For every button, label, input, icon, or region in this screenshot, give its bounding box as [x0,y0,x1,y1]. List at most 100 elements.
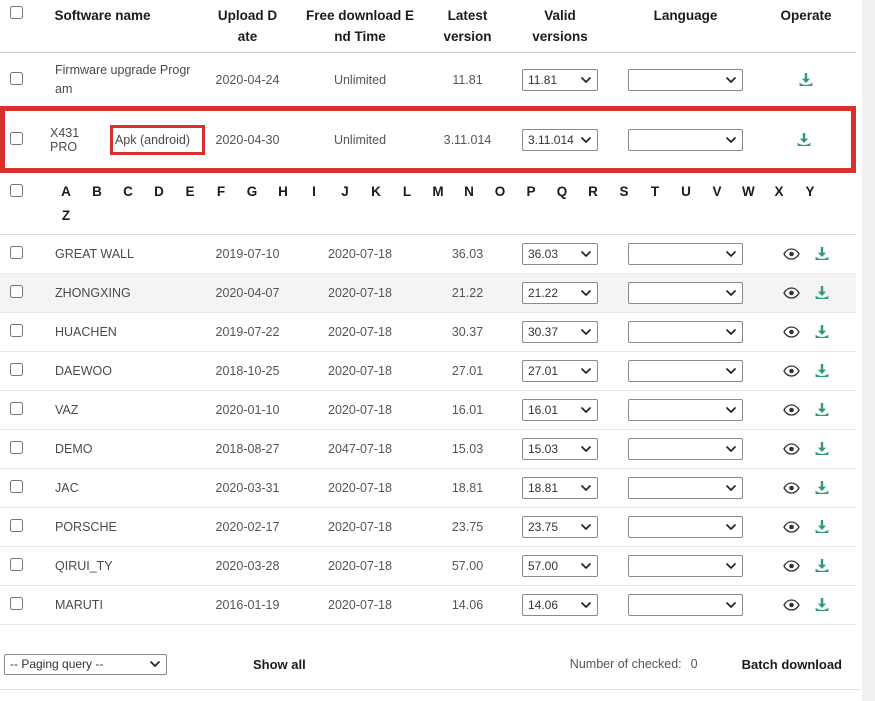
alphabet-letter-e[interactable]: E [184,184,196,199]
alphabet-letter-x[interactable]: X [773,184,785,199]
download-icon[interactable] [814,558,830,574]
language-select[interactable] [628,321,743,343]
download-icon[interactable] [814,246,830,262]
operate-cell [756,441,856,457]
alphabet-letter-s[interactable]: S [618,184,630,199]
valid-version-select[interactable]: 23.75 [522,516,598,538]
eye-icon[interactable] [783,560,800,572]
alphabet-letter-i[interactable]: I [308,184,320,199]
download-icon[interactable] [796,132,812,148]
eye-icon[interactable] [783,482,800,494]
language-select[interactable] [628,516,743,538]
valid-version-select[interactable]: 3.11.014 [522,129,598,151]
select-all-checkbox[interactable] [10,6,23,19]
select-all-checkbox[interactable] [10,184,23,197]
alphabet-letter-f[interactable]: F [215,184,227,199]
valid-version-value: 27.01 [528,364,558,378]
valid-version-select[interactable]: 21.22 [522,282,598,304]
alphabet-letter-g[interactable]: G [246,184,258,199]
language-select[interactable] [628,69,743,91]
row-checkbox[interactable] [10,480,23,493]
row-checkbox[interactable] [10,246,23,259]
eye-icon[interactable] [783,326,800,338]
valid-version-select[interactable]: 14.06 [522,594,598,616]
alphabet-letter-p[interactable]: P [525,184,537,199]
row-checkbox[interactable] [10,72,23,85]
row-checkbox[interactable] [10,441,23,454]
alphabet-letter-m[interactable]: M [432,184,444,199]
alphabet-letter-d[interactable]: D [153,184,165,199]
row-checkbox[interactable] [10,519,23,532]
page-right-gutter [862,0,875,701]
alphabet-letter-c[interactable]: C [122,184,134,199]
eye-icon[interactable] [783,404,800,416]
alphabet-letter-z[interactable]: Z [60,208,72,223]
valid-version-select[interactable]: 30.37 [522,321,598,343]
alphabet-letter-r[interactable]: R [587,184,599,199]
eye-icon[interactable] [783,365,800,377]
download-icon[interactable] [798,72,814,88]
row-checkbox[interactable] [10,132,23,145]
download-icon[interactable] [814,480,830,496]
language-select[interactable] [628,399,743,421]
paging-query-select[interactable]: -- Paging query -- [4,654,167,675]
download-icon[interactable] [814,363,830,379]
row-checkbox[interactable] [10,324,23,337]
language-select[interactable] [628,282,743,304]
alphabet-letter-a[interactable]: A [60,184,72,199]
alphabet-letter-u[interactable]: U [680,184,692,199]
show-all-button[interactable]: Show all [253,657,306,672]
end-time-cell: 2020-07-18 [290,325,430,339]
eye-icon[interactable] [783,443,800,455]
row-checkbox[interactable] [10,558,23,571]
alphabet-letter-l[interactable]: L [401,184,413,199]
chevron-down-icon [581,368,591,374]
download-icon[interactable] [814,441,830,457]
checkbox-cell [0,324,40,340]
alphabet-letter-k[interactable]: K [370,184,382,199]
eye-icon[interactable] [783,248,800,260]
valid-version-select[interactable]: 16.01 [522,399,598,421]
eye-icon[interactable] [783,521,800,533]
download-icon[interactable] [814,597,830,613]
valid-version-select[interactable]: 18.81 [522,477,598,499]
valid-version-select[interactable]: 15.03 [522,438,598,460]
eye-icon[interactable] [783,287,800,299]
alphabet-letter-b[interactable]: B [91,184,103,199]
alphabet-letter-q[interactable]: Q [556,184,568,199]
batch-download-button[interactable]: Batch download [742,657,842,672]
language-select[interactable] [628,594,743,616]
download-icon[interactable] [814,285,830,301]
language-select[interactable] [628,243,743,265]
download-icon[interactable] [814,324,830,340]
eye-icon[interactable] [783,599,800,611]
row-checkbox[interactable] [10,363,23,376]
download-icon[interactable] [814,519,830,535]
alphabet-letter-h[interactable]: H [277,184,289,199]
alphabet-letter-w[interactable]: W [742,184,754,199]
top-table-body: Firmware upgrade Program 2020-04-24 Unli… [0,53,856,106]
language-select[interactable] [628,555,743,577]
alphabet-letter-n[interactable]: N [463,184,475,199]
alphabet-letter-y[interactable]: Y [804,184,816,199]
valid-version-select[interactable]: 27.01 [522,360,598,382]
valid-version-select[interactable]: 36.03 [522,243,598,265]
language-select[interactable] [628,360,743,382]
valid-version-select[interactable]: 11.81 [522,69,598,91]
download-icon[interactable] [814,402,830,418]
alphabet-letter-o[interactable]: O [494,184,506,199]
language-cell [615,477,756,499]
alphabet-letter-v[interactable]: V [711,184,723,199]
language-select[interactable] [628,438,743,460]
alphabet-letter-j[interactable]: J [339,184,351,199]
col-latest-version: Latest version [430,6,505,48]
alphabet-letter-t[interactable]: T [649,184,661,199]
operate-cell [756,132,851,148]
valid-version-select[interactable]: 57.00 [522,555,598,577]
language-select[interactable] [628,477,743,499]
row-checkbox[interactable] [10,597,23,610]
language-select[interactable] [628,129,743,151]
row-checkbox[interactable] [10,402,23,415]
software-name-cell: HUACHEN [40,323,205,342]
row-checkbox[interactable] [10,285,23,298]
